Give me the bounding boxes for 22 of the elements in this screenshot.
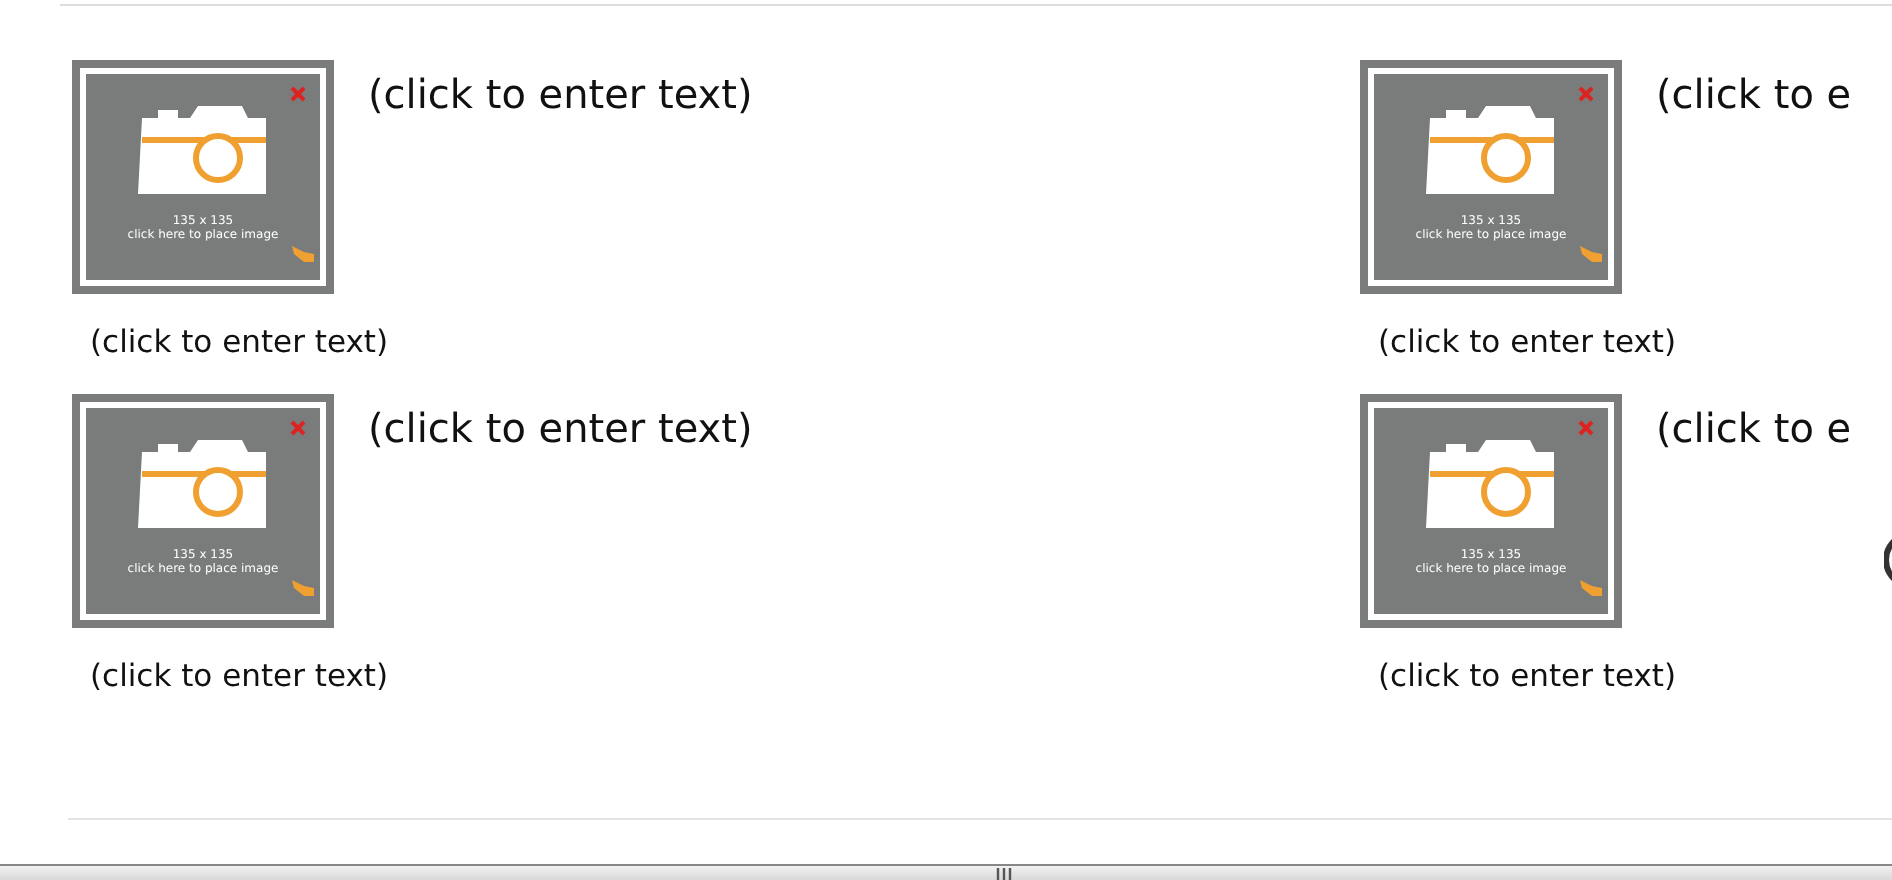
caption-text[interactable]: (click to enter text) — [90, 656, 1360, 696]
pointer-icon — [290, 578, 316, 598]
title-text[interactable]: (click to e — [1656, 404, 1852, 628]
close-icon[interactable] — [1578, 86, 1594, 102]
camera-icon — [137, 436, 269, 532]
camera-icon — [137, 102, 269, 198]
horizontal-scrollbar[interactable] — [0, 864, 1892, 880]
camera-icon — [1425, 436, 1557, 532]
close-icon[interactable] — [1578, 420, 1594, 436]
pointer-icon — [1578, 244, 1604, 264]
caption-text[interactable]: (click to enter text) — [1378, 322, 1892, 362]
pointer-icon — [290, 244, 316, 264]
caption-text[interactable]: (click to enter text) — [90, 322, 1360, 362]
close-icon[interactable] — [290, 86, 306, 102]
title-text[interactable]: (click to e — [1656, 70, 1852, 294]
caption-text[interactable]: (click to enter text) — [1378, 656, 1892, 696]
title-text[interactable]: (click to enter text) — [368, 70, 753, 294]
pointer-icon — [1578, 578, 1604, 598]
close-icon[interactable] — [290, 420, 306, 436]
grip-icon[interactable] — [996, 868, 1012, 880]
camera-icon — [1425, 102, 1557, 198]
title-text[interactable]: (click to enter text) — [368, 404, 753, 628]
